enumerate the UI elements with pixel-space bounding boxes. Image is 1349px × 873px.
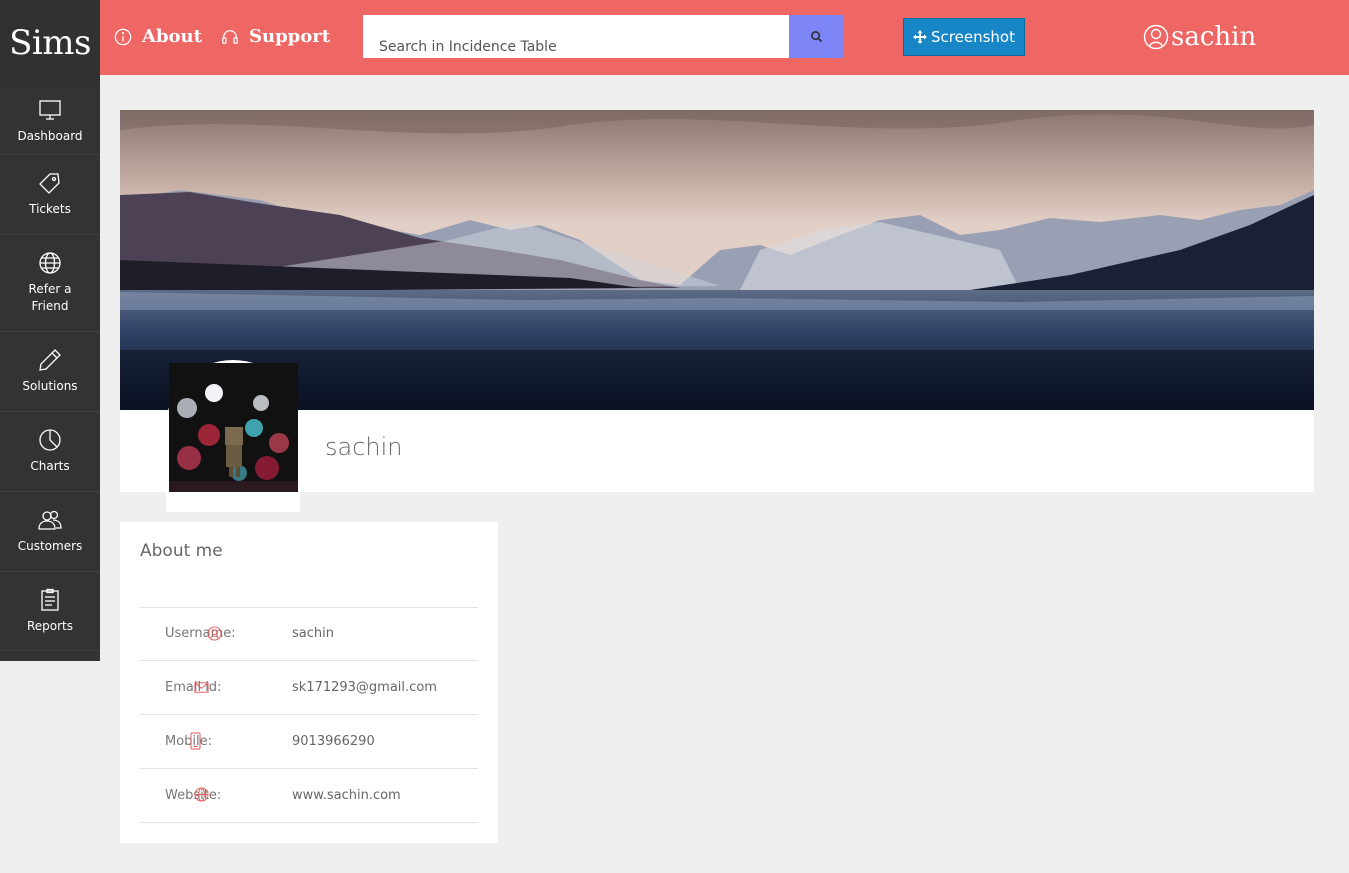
sidebar-item-dashboard[interactable]: Dashboard [0,88,100,154]
users-icon [38,510,62,530]
mobile-value: 9013966290 [292,734,375,749]
clipboard-icon [41,588,59,611]
divider [140,714,478,715]
monitor-icon [39,99,61,120]
user-name: sachin [1171,22,1257,52]
sidebar-item-label: Reports [26,618,74,633]
support-link[interactable]: Support [221,26,330,47]
sidebar-item-label: Charts [30,459,70,473]
about-card: About me Username: sachin Email id: sk17… [120,522,498,843]
user-icon [207,626,222,641]
sidebar-item-reports[interactable]: Reports [0,571,100,651]
sidebar-item-refer-a-friend[interactable]: Refer a Friend [0,234,100,331]
sidebar-item-tickets[interactable]: Tickets [0,154,100,234]
profile-card: sachin [120,110,1314,512]
website-value[interactable]: www.sachin.com [292,788,401,803]
move-icon [913,30,928,44]
sidebar-item-customers[interactable]: Customers [0,491,100,571]
search-icon [811,31,823,43]
screenshot-button[interactable]: Screenshot [903,18,1025,56]
divider [140,607,478,608]
about-title: About me [140,541,223,561]
username-label: Username: [165,626,236,641]
cover-image [120,110,1314,410]
top-header: About Support Screenshot sachin [100,0,1349,75]
pencil-icon [39,349,61,371]
search-button[interactable] [789,15,844,58]
username-value: sachin [292,626,334,641]
headset-icon [222,29,238,44]
sidebar-item-label: Customers [17,539,83,553]
screenshot-label: Screenshot [931,28,1015,46]
mail-icon [194,682,209,693]
divider [140,822,478,823]
sidebar-item-label: Refer a Friend [28,282,72,313]
globe-icon [194,787,209,802]
sidebar: Sims Dashboard Tickets Refer a Friend So… [0,0,100,661]
avatar[interactable] [169,363,298,492]
email-value: sk171293@gmail.com [292,680,437,695]
support-label: Support [249,26,331,47]
search-input[interactable] [363,15,790,58]
user-menu[interactable]: sachin [1143,22,1256,52]
brand-logo[interactable]: Sims [0,0,100,88]
divider [140,768,478,769]
info-icon [114,28,132,45]
pie-chart-icon [39,429,61,451]
profile-name: sachin [325,433,403,461]
about-link[interactable]: About [114,26,202,47]
sidebar-item-solutions[interactable]: Solutions [0,331,100,411]
sidebar-item-label: Solutions [22,379,78,393]
divider [140,660,478,661]
phone-icon [190,732,201,750]
globe-icon [39,252,61,274]
sidebar-item-label: Tickets [29,202,71,216]
tag-icon [39,173,60,194]
sidebar-item-charts[interactable]: Charts [0,411,100,491]
about-label: About [142,26,202,47]
brand-name: Sims [9,23,91,63]
sidebar-item-label: Dashboard [17,128,83,143]
user-icon [1143,24,1169,50]
